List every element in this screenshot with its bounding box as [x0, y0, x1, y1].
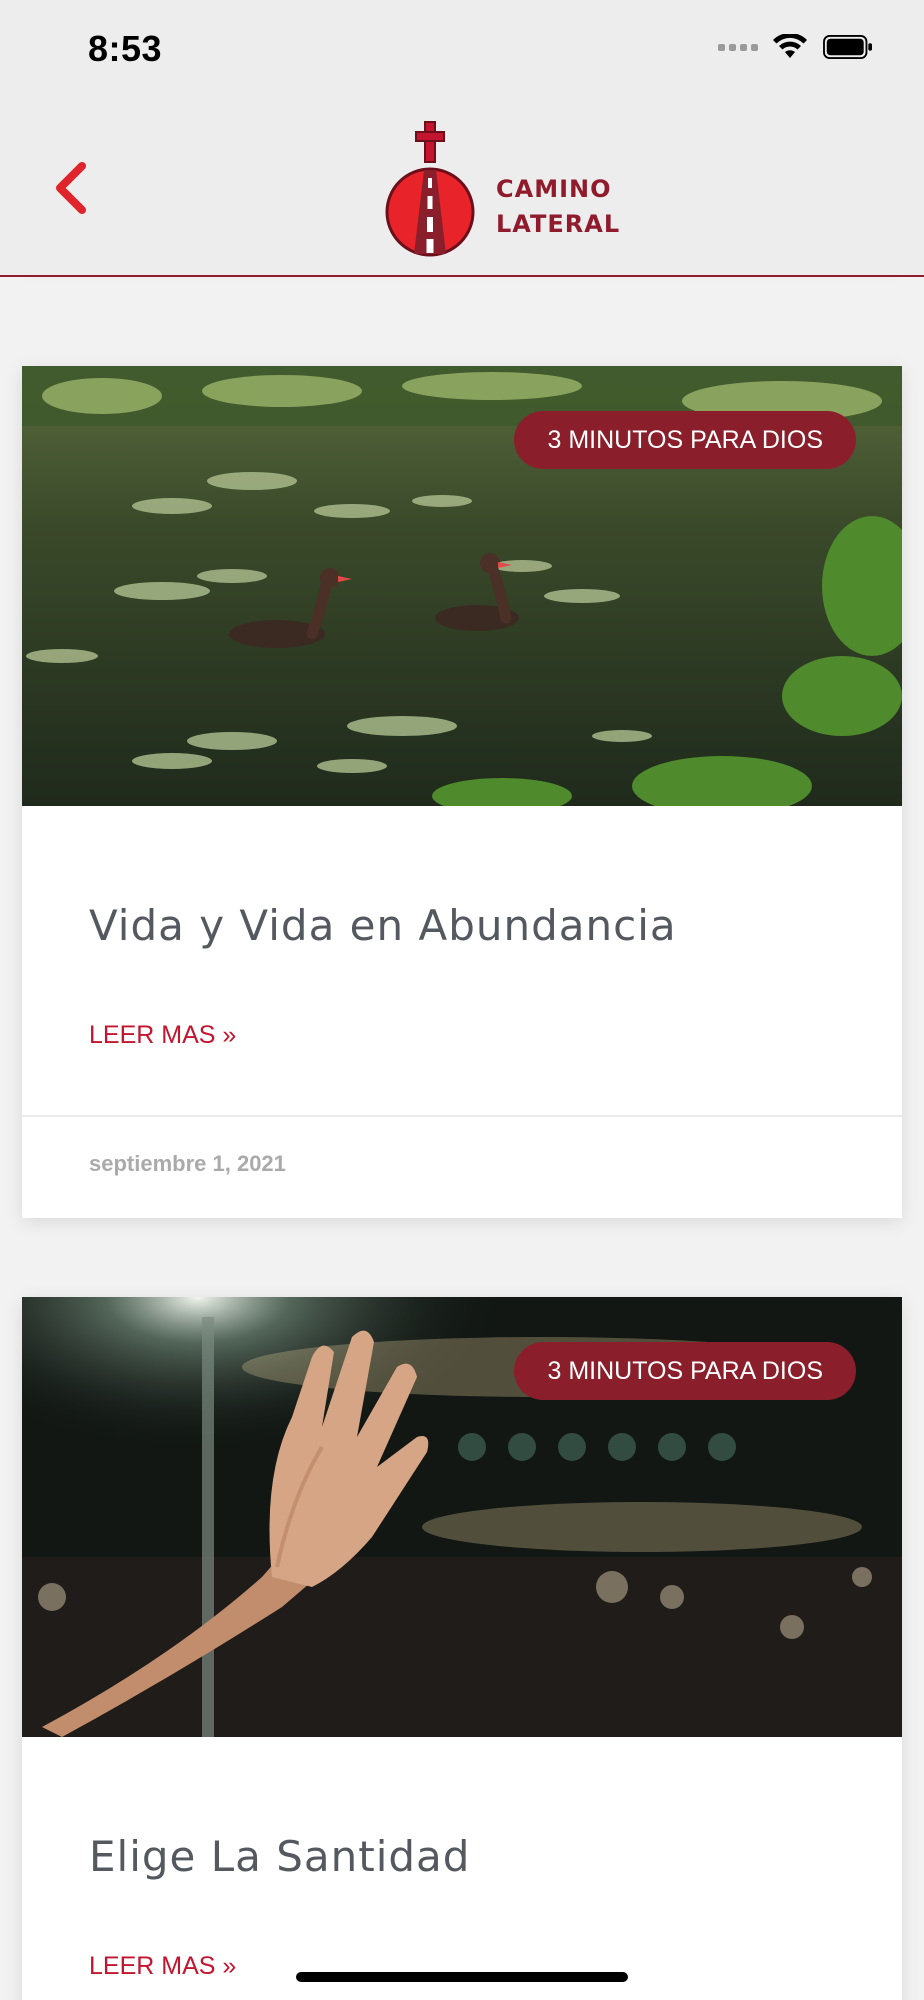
status-bar: 8:53: [0, 0, 924, 100]
back-chevron-icon[interactable]: [52, 158, 92, 218]
read-more-link[interactable]: LEER MAS »: [89, 1952, 236, 1981]
category-badge[interactable]: 3 MINUTOS PARA DIOS: [514, 1342, 856, 1400]
home-indicator[interactable]: [296, 1972, 628, 1982]
logo-line-2: LATERAL: [496, 210, 621, 238]
post-feed[interactable]: 3 MINUTOS PARA DIOS Vida y Vida en Abund…: [0, 277, 924, 2000]
read-more-link[interactable]: LEER MAS »: [89, 1021, 236, 1050]
battery-icon: [823, 35, 872, 59]
card-divider: [22, 1115, 902, 1117]
category-badge[interactable]: 3 MINUTOS PARA DIOS: [514, 411, 856, 469]
post-card[interactable]: 3 MINUTOS PARA DIOS Vida y Vida en Abund…: [22, 366, 902, 1218]
status-time: 8:53: [88, 28, 163, 69]
post-title[interactable]: Vida y Vida en Abundancia: [89, 901, 677, 950]
logo-text: CAMINO LATERAL: [496, 172, 620, 242]
logo-road-cross-icon: [385, 121, 475, 257]
post-thumbnail[interactable]: 3 MINUTOS PARA DIOS: [22, 366, 902, 806]
status-icons: [718, 34, 874, 60]
post-card[interactable]: 3 MINUTOS PARA DIOS Elige La Santidad LE…: [22, 1297, 902, 2000]
post-title[interactable]: Elige La Santidad: [89, 1832, 470, 1881]
camino-lateral-logo: CAMINO LATERAL: [376, 120, 636, 260]
wifi-icon: [773, 34, 807, 58]
logo-line-1: CAMINO: [496, 175, 612, 203]
cellular-signal-icon: [718, 43, 758, 51]
app-header: CAMINO LATERAL: [0, 100, 924, 277]
post-date: septiembre 1, 2021: [89, 1151, 286, 1176]
post-thumbnail[interactable]: 3 MINUTOS PARA DIOS: [22, 1297, 902, 1737]
